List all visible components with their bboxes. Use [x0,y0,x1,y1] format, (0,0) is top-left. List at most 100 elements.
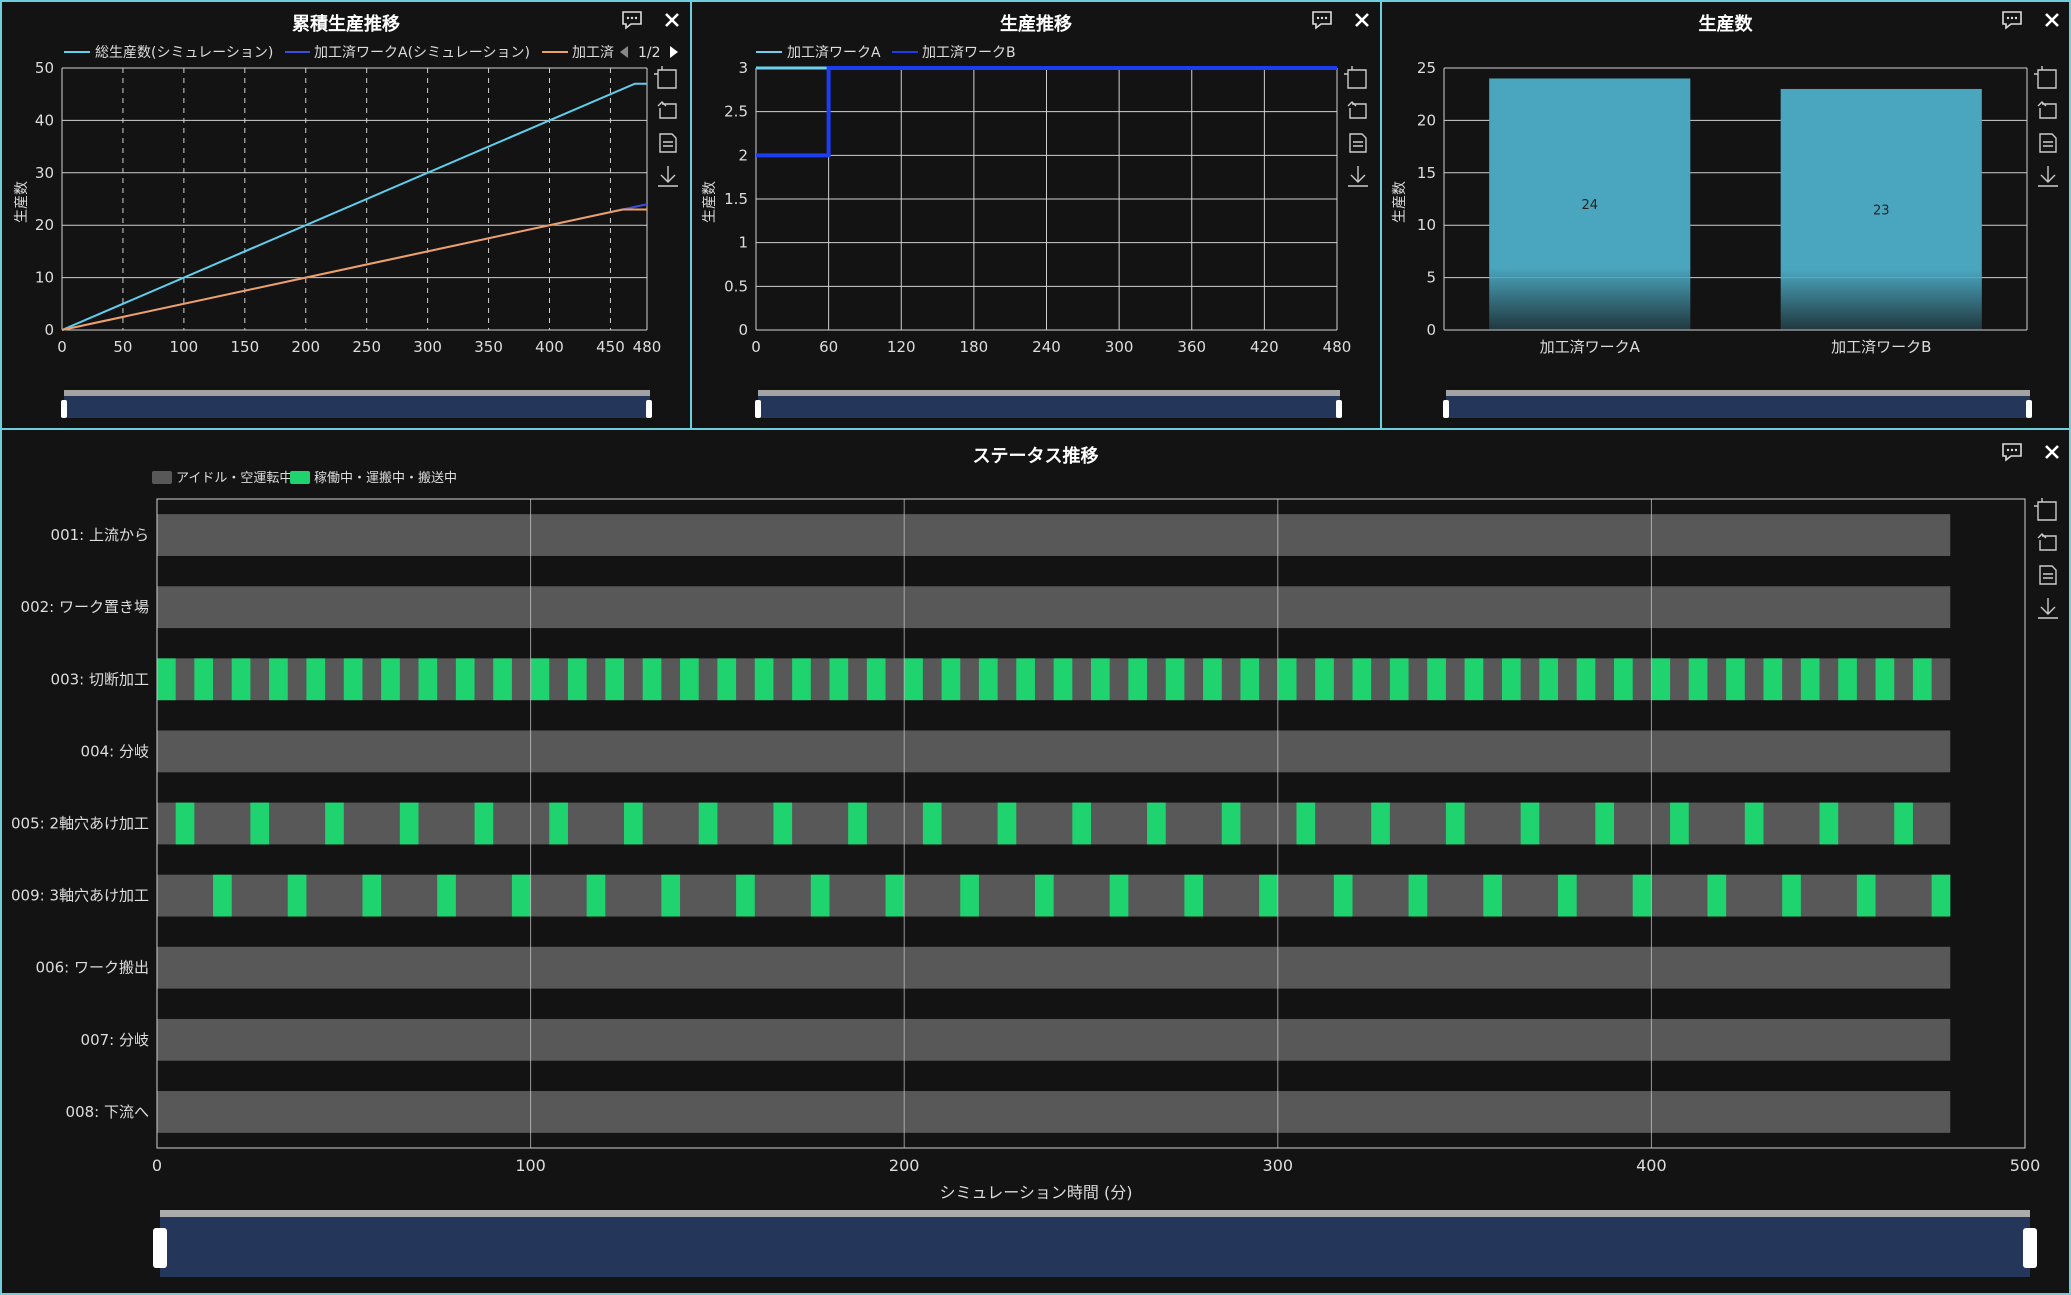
x-tick-label: 加工済ワークB [1831,338,1931,356]
active-segment [810,874,830,917]
row-label: 007: 分岐 [81,1031,149,1049]
legend-next-icon[interactable] [670,46,678,58]
zoom-select-icon[interactable] [2034,498,2057,521]
row-label: 006: ワーク搬出 [36,959,149,977]
scrollbar-handle-left[interactable] [61,400,67,418]
x-tick-label: 100 [170,338,199,356]
row-label: 009: 3軸穴あけ加工 [11,887,149,905]
status-scrollbar[interactable] [153,1210,2037,1277]
active-segment [866,658,886,701]
download-icon[interactable] [1348,166,1368,187]
active-segment [717,658,737,701]
active-segment [1856,874,1876,917]
row-label: 008: 下流へ [66,1103,149,1121]
active-segment [213,874,232,917]
active-segment [1408,874,1428,917]
legend-active: 稼働中・運搬中・搬送中 [314,471,457,486]
zoom-reset-icon[interactable] [2037,533,2057,551]
idle-segment [157,514,1951,556]
active-segment [1389,658,1409,701]
zoom-reset-icon[interactable] [2037,101,2057,119]
trend-scrollbar[interactable] [755,390,1342,418]
active-segment [1277,658,1297,701]
cumulative-ylabel: 生産数 [14,181,30,223]
active-segment [1165,658,1185,701]
x-tick-label: 360 [1177,338,1206,356]
x-tick-label: 180 [960,338,989,356]
x-tick-label: 420 [1250,338,1279,356]
row-label: 003: 切断加工 [51,670,149,688]
legend-prev-icon[interactable] [620,46,628,58]
active-segment [1333,874,1353,917]
zoom-select-icon[interactable] [654,66,677,89]
zoom-reset-icon[interactable] [1347,101,1367,119]
zoom-reset-icon[interactable] [657,101,677,119]
y-tick-label: 25 [1417,59,1436,77]
series-line [61,208,647,331]
cumulative-toolbox [654,66,678,187]
active-segment [437,874,456,917]
status-toolbox [2034,498,2058,619]
count-ylabel: 生産数 [1392,181,1408,223]
scrollbar-handle-right[interactable] [1336,400,1342,418]
download-icon[interactable] [658,166,678,187]
zoom-select-icon[interactable] [2034,66,2057,89]
scrollbar-handle-left[interactable] [1443,400,1449,418]
y-tick-label: 20 [1417,111,1436,129]
cumulative-scrollbar[interactable] [61,390,652,418]
active-segment [736,874,755,917]
active-segment [250,802,270,845]
scrollbar-handle-left[interactable] [153,1228,167,1268]
data-view-icon[interactable] [659,133,677,153]
count-scrollbar[interactable] [1443,390,2032,418]
active-segment [773,802,793,845]
y-tick-label: 30 [35,164,54,182]
bar-data-label: 24 [1581,198,1598,213]
idle-segment [157,946,1951,989]
data-view-icon[interactable] [2039,133,2057,153]
legend-pager: 1/2 [638,45,661,61]
row-label: 004: 分岐 [81,742,149,760]
x-tick-label: 450 [596,338,625,356]
x-tick-label: 500 [2010,1156,2041,1175]
active-segment [1259,874,1278,917]
x-tick-label: 200 [291,338,320,356]
active-segment [287,874,307,917]
count-panel: 生産数 0 5 10 15 20 25 24 加工済ワークA 23 加工済ワークB 生産数 [1380,0,2071,430]
active-segment [1072,802,1091,845]
active-segment [1034,874,1054,917]
scrollbar-handle-right[interactable] [646,400,652,418]
active-segment [567,658,587,701]
scrollbar-handle-left[interactable] [755,400,761,418]
cumulative-panel: 累積生産推移 総生産数(シミュレーション) 加工済ワークA(シミュレーション) … [0,0,692,430]
active-segment [904,658,923,701]
active-segment [1651,658,1671,701]
row-label: 005: 2軸穴あけ加工 [11,815,149,833]
download-icon[interactable] [2038,166,2058,187]
data-view-icon[interactable] [1349,133,1367,153]
legend-work-b: 加工済ワークB [922,45,1016,61]
active-segment [829,658,849,701]
active-segment [1371,802,1390,845]
row-label: 001: 上流から [51,526,149,544]
data-view-icon[interactable] [2039,565,2057,585]
active-segment [1800,658,1820,701]
active-segment [848,802,867,845]
download-icon[interactable] [2038,598,2058,619]
active-segment [1203,658,1222,701]
active-segment [1688,658,1708,701]
active-segment [1838,658,1857,701]
y-tick-label: 3 [738,59,748,77]
scrollbar-handle-right[interactable] [2023,1228,2037,1268]
active-segment [1109,874,1129,917]
x-tick-label: 50 [113,338,132,356]
active-segment [194,658,214,701]
scrollbar-handle-right[interactable] [2026,400,2032,418]
active-segment [1614,658,1633,701]
active-segment [941,658,961,701]
trend-panel: 生産推移 加工済ワークA 加工済ワークB 0 0.5 1 1.5 2 2.5 3 0 60 120… [690,0,1382,430]
active-segment [680,658,699,701]
legend-idle: アイドル・空運転中 [176,471,292,486]
zoom-select-icon[interactable] [1344,66,1367,89]
y-tick-label: 2 [738,146,748,164]
